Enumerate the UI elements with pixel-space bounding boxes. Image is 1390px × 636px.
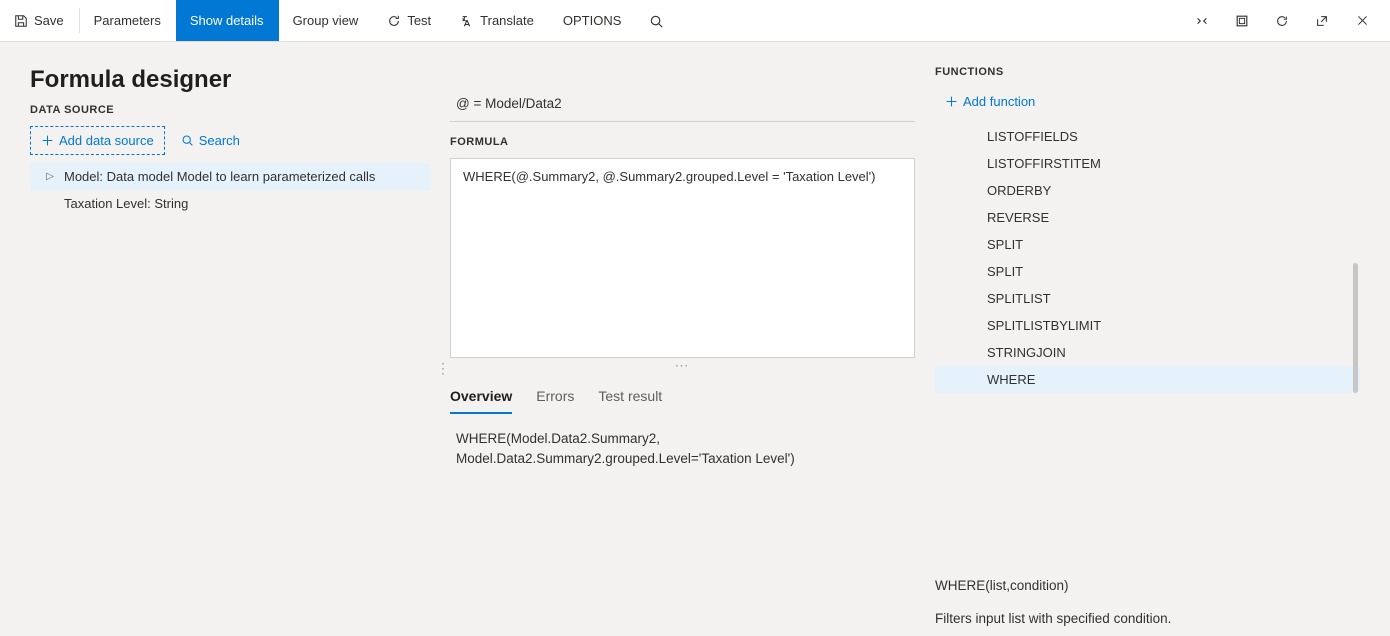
function-item-where[interactable]: WHERE	[935, 366, 1360, 393]
search-data-source-label: Search	[199, 133, 240, 148]
tab-errors[interactable]: Errors	[536, 382, 574, 414]
test-button[interactable]: Test	[373, 0, 446, 41]
functions-list[interactable]: LISTOFFIELDS LISTOFFIRSTITEM ORDERBY REV…	[935, 123, 1360, 560]
overview-line: WHERE(Model.Data2.Summary2,	[456, 429, 909, 449]
scrollbar-thumb[interactable]	[1353, 263, 1358, 393]
save-button[interactable]: Save	[0, 0, 79, 41]
overview-content: WHERE(Model.Data2.Summary2, Model.Data2.…	[450, 415, 915, 484]
function-item[interactable]: LISTOFFIELDS	[979, 123, 1332, 150]
top-toolbar: Save Parameters Show details Group view …	[0, 0, 1390, 42]
search-data-source-button[interactable]: Search	[171, 126, 250, 155]
plus-icon	[41, 134, 54, 147]
function-item[interactable]: LISTOFFIRSTITEM	[979, 150, 1332, 177]
data-source-panel: Formula designer DATA SOURCE Add data so…	[30, 66, 430, 626]
search-icon	[181, 134, 194, 147]
translate-button[interactable]: Translate	[446, 0, 549, 41]
add-function-button[interactable]: Add function	[935, 88, 1045, 115]
group-view-button[interactable]: Group view	[279, 0, 374, 41]
tab-test-result[interactable]: Test result	[598, 382, 662, 414]
connector-icon	[1195, 14, 1209, 28]
parameters-button[interactable]: Parameters	[80, 0, 176, 41]
function-item[interactable]: SPLITLISTBYLIMIT	[979, 312, 1332, 339]
close-icon	[1356, 14, 1369, 27]
function-syntax: WHERE(list,condition)	[935, 578, 1360, 593]
options-button[interactable]: OPTIONS	[549, 0, 637, 41]
horizontal-splitter[interactable]: ⋯	[450, 358, 915, 376]
caret-right-icon: ▷	[42, 171, 58, 182]
toolbar-search-button[interactable]	[636, 0, 676, 42]
show-details-button[interactable]: Show details	[176, 0, 279, 41]
add-data-source-button[interactable]: Add data source	[30, 126, 165, 155]
tree-item-label: Taxation Level: String	[64, 196, 188, 211]
save-label: Save	[34, 13, 64, 28]
test-label: Test	[407, 13, 431, 28]
close-button[interactable]	[1342, 0, 1382, 42]
formula-editor[interactable]	[450, 158, 915, 358]
refresh-button[interactable]	[1262, 0, 1302, 42]
show-details-label: Show details	[190, 13, 264, 28]
plus-icon	[945, 95, 958, 108]
add-function-label: Add function	[963, 94, 1035, 109]
options-label: OPTIONS	[563, 13, 622, 28]
functions-panel: FUNCTIONS Add function LISTOFFIELDS LIST…	[935, 66, 1360, 626]
parameters-label: Parameters	[94, 13, 161, 28]
tab-overview[interactable]: Overview	[450, 382, 512, 414]
page-body: Formula designer DATA SOURCE Add data so…	[0, 42, 1390, 636]
function-item[interactable]: SPLITLIST	[979, 285, 1332, 312]
add-data-source-label: Add data source	[59, 133, 154, 148]
tree-item-taxation-level[interactable]: Taxation Level: String	[30, 190, 430, 217]
function-item[interactable]: STRINGJOIN	[979, 339, 1332, 366]
function-item[interactable]: ORDERBY	[979, 177, 1332, 204]
function-item[interactable]: REVERSE	[979, 204, 1332, 231]
office-icon	[1235, 14, 1249, 28]
popout-icon	[1315, 14, 1329, 28]
overview-line: Model.Data2.Summary2.grouped.Level='Taxa…	[456, 449, 909, 469]
save-icon	[14, 14, 28, 28]
functions-section-label: FUNCTIONS	[935, 66, 1360, 78]
connector-button[interactable]	[1182, 0, 1222, 42]
translate-label: Translate	[480, 13, 534, 28]
formula-binding-header: @ = Model/Data2	[450, 92, 915, 122]
search-icon	[649, 14, 664, 29]
result-tabs: Overview Errors Test result	[450, 382, 915, 415]
popout-button[interactable]	[1302, 0, 1342, 42]
test-icon	[387, 14, 401, 28]
formula-section-label: FORMULA	[450, 136, 915, 148]
data-source-section-label: DATA SOURCE	[30, 104, 430, 116]
tree-item-model[interactable]: ▷ Model: Data model Model to learn param…	[30, 163, 430, 190]
page-title: Formula designer	[30, 66, 430, 94]
function-item[interactable]: SPLIT	[979, 231, 1332, 258]
office-button[interactable]	[1222, 0, 1262, 42]
function-item[interactable]: SPLIT	[979, 258, 1332, 285]
translate-icon	[460, 14, 474, 28]
group-view-label: Group view	[293, 13, 359, 28]
data-source-tree: ▷ Model: Data model Model to learn param…	[30, 163, 430, 217]
tree-item-label: Model: Data model Model to learn paramet…	[64, 169, 375, 184]
function-description: Filters input list with specified condit…	[935, 611, 1360, 626]
refresh-icon	[1275, 14, 1289, 28]
vertical-splitter[interactable]: ⋮	[436, 366, 450, 370]
formula-panel: ⋮ @ = Model/Data2 FORMULA ⋯ Overview Err…	[450, 66, 915, 626]
